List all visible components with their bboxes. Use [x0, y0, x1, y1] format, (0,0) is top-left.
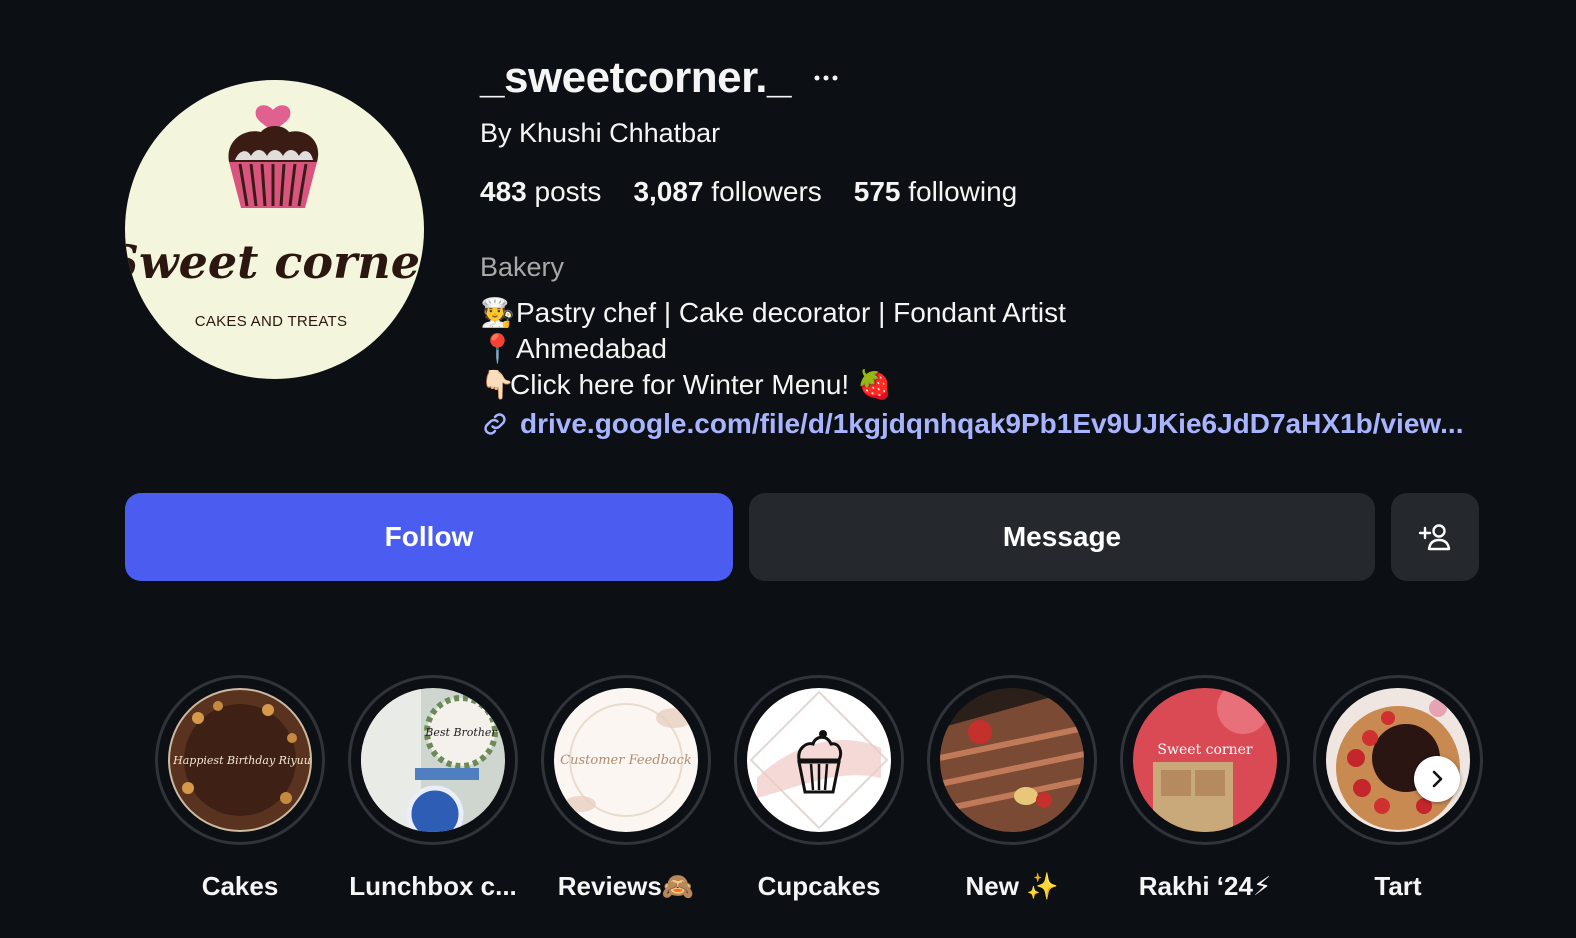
posts-count: 483 [480, 176, 527, 207]
highlight-cover: Best Brother [361, 688, 505, 832]
bio-line: 👇🏻 Click here for Winter Menu! 🍓 [480, 367, 1066, 403]
highlight-ring: Sweet corner [1120, 675, 1290, 845]
highlight-item[interactable]: New ✨ [927, 675, 1097, 902]
follow-button[interactable]: Follow [125, 493, 733, 581]
highlight-cover-text: Customer Feedback [560, 753, 692, 768]
add-person-icon [1418, 524, 1451, 551]
highlights-next-button[interactable] [1414, 756, 1460, 802]
avatar-logo-subtext: CAKES AND TREATS [195, 313, 348, 330]
highlight-cover: Sweet corner [1133, 688, 1277, 832]
highlight-label: Rakhi ‘24⚡ [1138, 871, 1272, 901]
highlight-ring [1313, 675, 1483, 845]
highlight-ring: Customer Feedback [541, 675, 711, 845]
highlight-label: Cakes [201, 871, 279, 901]
profile-header: _sweetcorner._ By Khushi Chhatbar 483 po… [480, 50, 1530, 439]
chevron-right-icon [1432, 770, 1443, 788]
highlight-label: Lunchbox c... [349, 871, 517, 901]
profile-page: Sweet corner CAKES AND TREATS _sweetcorn… [0, 0, 1576, 938]
profile-stats: 483 posts 3,087 followers 575 following [480, 176, 1049, 208]
profile-full-name: By Khushi Chhatbar [480, 118, 721, 148]
link-icon [484, 413, 506, 435]
highlight-cover: Customer Feedback [554, 688, 698, 832]
followers-label: followers [711, 176, 822, 207]
bio-link[interactable]: drive.google.com/file/d/1kgjdqnhqak9Pb1E… [480, 408, 1463, 440]
more-options-button[interactable] [813, 65, 839, 91]
bio-text: Ahmedabad [516, 333, 668, 364]
highlight-cover-text: Happiest Birthday Riyuu [172, 754, 311, 767]
bio-line: 📍 Ahmedabad [480, 331, 1066, 367]
highlight-item[interactable]: Cupcakes [734, 675, 904, 902]
cupcake-icon [747, 688, 891, 832]
highlight-cover [940, 688, 1084, 832]
message-button[interactable]: Message [749, 493, 1375, 581]
highlight-item[interactable]: Best Brother Lunchbox c... [348, 675, 518, 902]
ellipsis-icon [814, 75, 838, 81]
highlight-cover-text: Best Brother [424, 726, 497, 739]
highlight-cover-text: Sweet corner [1157, 742, 1252, 758]
highlight-item[interactable]: Sweet corner Rakhi ‘24⚡ [1120, 675, 1290, 902]
highlight-item[interactable]: Happiest Birthday Riyuu Cakes [155, 675, 325, 902]
sweet-corner-logo: Sweet corner CAKES AND TREATS [125, 105, 424, 330]
posts-label: posts [534, 176, 602, 207]
bio-link-text: drive.google.com/file/d/1kgjdqnhqak9Pb1E… [520, 408, 1464, 439]
highlight-label: Tart [1374, 871, 1422, 901]
highlight-label: New ✨ [965, 871, 1059, 901]
highlight-item[interactable]: Customer Feedback Reviews🙈 [541, 675, 711, 902]
following-count: 575 [853, 176, 901, 207]
point-down-emoji-icon: 👇🏻 [480, 369, 515, 400]
bio-text: Click here for Winter Menu! 🍓 [510, 369, 892, 400]
highlight-ring: Best Brother [348, 675, 518, 845]
following-count-stat[interactable]: 575 following [854, 176, 1017, 208]
profile-username: _sweetcorner._ [480, 53, 791, 102]
highlight-ring: Happiest Birthday Riyuu [155, 675, 325, 845]
bio-line: 🧑‍🍳 Pastry chef | Cake decorator | Fonda… [480, 295, 1066, 331]
highlight-cover: Happiest Birthday Riyuu [168, 688, 312, 832]
highlight-cover [747, 688, 891, 832]
profile-avatar[interactable]: Sweet corner CAKES AND TREATS [125, 80, 424, 379]
highlight-label: Reviews🙈 [557, 871, 695, 901]
profile-category: Bakery [480, 252, 565, 282]
posts-count-stat[interactable]: 483 posts [480, 176, 601, 208]
followers-count-stat[interactable]: 3,087 followers [633, 176, 821, 208]
story-highlights: Happiest Birthday Riyuu Cakes Best Broth… [155, 675, 1485, 905]
pin-emoji-icon: 📍 [480, 333, 515, 364]
chef-emoji-icon: 🧑‍🍳 [480, 297, 515, 328]
highlight-ring [734, 675, 904, 845]
followers-count: 3,087 [633, 176, 704, 207]
avatar-logo-text: Sweet corner [125, 235, 424, 289]
following-label: following [908, 176, 1018, 207]
bio-text: Pastry chef | Cake decorator | Fondant A… [516, 297, 1066, 328]
highlight-label: Cupcakes [757, 871, 881, 901]
suggested-accounts-button[interactable] [1391, 493, 1479, 581]
highlight-ring [927, 675, 1097, 845]
username-row: _sweetcorner._ [480, 50, 1530, 106]
profile-bio: 🧑‍🍳 Pastry chef | Cake decorator | Fonda… [480, 295, 1066, 403]
